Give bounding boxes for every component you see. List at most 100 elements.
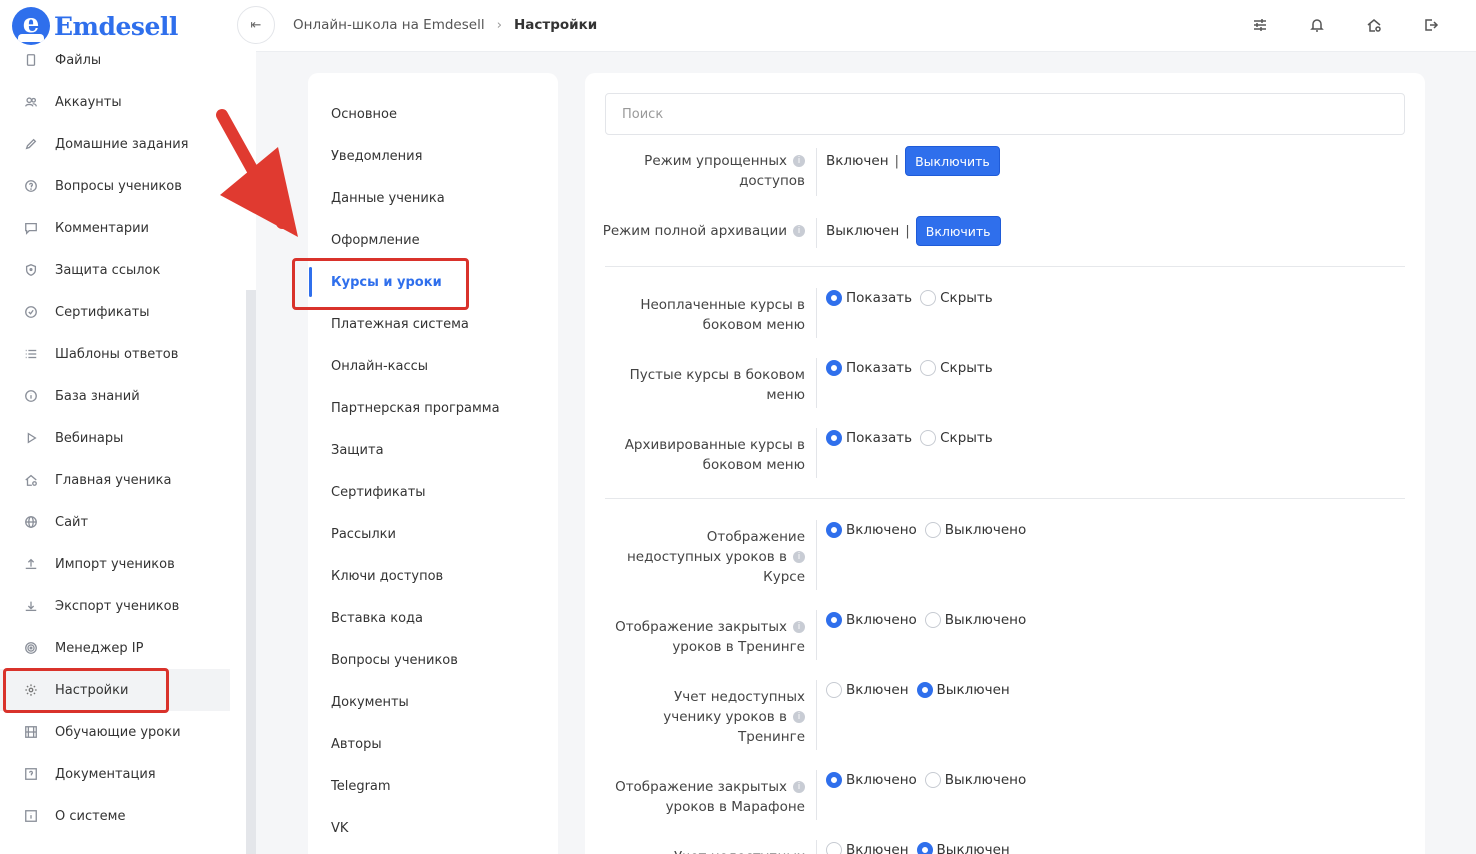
settings-menu-item[interactable]: Защита [308, 429, 558, 471]
settings-menu-item[interactable]: Партнерская программа [308, 387, 558, 429]
sidebar-item[interactable]: Обучающие уроки [0, 711, 256, 753]
sidebar-item-label: Вебинары [55, 430, 124, 446]
breadcrumb-school[interactable]: Онлайн-школа на Emdesell [293, 17, 485, 33]
radio-button[interactable] [920, 360, 937, 376]
sidebar-item-label: Файлы [55, 52, 102, 68]
setting-row: Архивированные курсы в боковом меню Показа… [585, 428, 1425, 478]
settings-menu-item[interactable]: Telegram [308, 765, 558, 807]
settings-menu-item[interactable]: Авторы [308, 723, 558, 765]
radio-button[interactable] [920, 430, 937, 446]
radio-option[interactable]: Показать [826, 430, 912, 446]
radio-button[interactable] [924, 612, 941, 628]
sidebar-item[interactable]: Шаблоны ответов [0, 333, 256, 375]
settings-menu-item[interactable]: Вопросы учеников [308, 639, 558, 681]
info-icon[interactable]: i [793, 551, 805, 563]
radio-option[interactable]: Включено [826, 612, 917, 628]
sidebar-item[interactable]: Импорт учеников [0, 543, 256, 585]
home-settings-icon[interactable] [1365, 16, 1383, 34]
sidebar-item[interactable]: Документация [0, 753, 256, 795]
sidebar-item[interactable]: Настройки [0, 669, 230, 711]
radio-button[interactable] [924, 522, 941, 538]
radio-button[interactable] [916, 682, 933, 698]
radio-button[interactable] [920, 290, 937, 306]
radio-option[interactable]: Выключен [916, 842, 1010, 854]
bell-icon[interactable] [1308, 16, 1326, 34]
settings-search-input[interactable] [605, 93, 1405, 135]
sidebar-item[interactable]: Вопросы учеников [0, 165, 256, 207]
settings-menu-item[interactable]: Сертификаты [308, 471, 558, 513]
radio-option[interactable]: Выключено [924, 772, 1026, 788]
settings-menu-item[interactable]: Онлайн-кассы [308, 345, 558, 387]
radio-option[interactable]: Выключено [924, 612, 1026, 628]
setting-label-line: уроков в Марафоне [665, 799, 805, 815]
radio-button[interactable] [826, 772, 842, 788]
radio-option[interactable]: Выключен [916, 682, 1010, 698]
radio-button[interactable] [916, 842, 933, 854]
radio-option[interactable]: Показать [826, 360, 912, 376]
radio-group: Показать Скрыть [826, 360, 1001, 376]
radio-button[interactable] [826, 522, 842, 538]
settings-menu-item[interactable]: Курсы и уроки [308, 261, 558, 303]
radio-group: Включен Выключен [826, 842, 1018, 854]
radio-option[interactable]: Скрыть [920, 360, 993, 376]
radio-button[interactable] [826, 842, 842, 854]
sidebar-item-label: Менеджер IP [55, 640, 144, 656]
radio-option[interactable]: Включен [826, 842, 909, 854]
sidebar-item[interactable]: Экспорт учеников [0, 585, 256, 627]
sidebar-item[interactable]: Сертификаты [0, 291, 256, 333]
settings-menu-item[interactable]: Уведомления [308, 135, 558, 177]
settings-menu-item[interactable]: Данные ученика [308, 177, 558, 219]
sidebar-item[interactable]: Защита ссылок [0, 249, 256, 291]
info-icon[interactable]: i [793, 225, 805, 237]
settings-menu-item[interactable]: Документы [308, 681, 558, 723]
settings-menu-item[interactable]: VK [308, 807, 558, 849]
settings-menu-item[interactable]: Рассылки [308, 513, 558, 555]
sidebar-item-label: Аккаунты [55, 94, 122, 110]
sidebar-item[interactable]: Комментарии [0, 207, 256, 249]
sidebar-item[interactable]: Файлы [0, 39, 256, 81]
radio-group: Показать Скрыть [826, 430, 1001, 446]
info-icon[interactable]: i [793, 621, 805, 633]
info-icon[interactable]: i [793, 155, 805, 167]
radio-option[interactable]: Включено [826, 772, 917, 788]
home-gear-icon [22, 471, 40, 489]
radio-button[interactable] [826, 360, 842, 376]
sidebar-item[interactable]: База знаний [0, 375, 256, 417]
sidebar-item[interactable]: Главная ученика [0, 459, 256, 501]
radio-option[interactable]: Скрыть [920, 290, 993, 306]
sidebar-item[interactable]: Домашние задания [0, 123, 256, 165]
info-icon[interactable]: i [793, 711, 805, 723]
toggle-button[interactable]: Выключить [905, 146, 1000, 176]
radio-option[interactable]: Выключено [924, 522, 1026, 538]
radio-button[interactable] [826, 430, 842, 446]
toggle-button[interactable]: Включить [915, 216, 1001, 246]
radio-button[interactable] [826, 612, 842, 628]
info-icon[interactable]: i [793, 781, 805, 793]
settings-menu-item[interactable]: Оформление [308, 219, 558, 261]
row-divider [816, 358, 817, 408]
sliders-icon[interactable] [1251, 16, 1269, 34]
sidebar-item[interactable]: О системе [0, 795, 256, 837]
collapse-sidebar-button[interactable]: ⇤ [237, 6, 275, 44]
radio-option[interactable]: Показать [826, 290, 912, 306]
question-circle-icon [22, 177, 40, 195]
radio-option[interactable]: Включен [826, 682, 909, 698]
radio-option[interactable]: Скрыть [920, 430, 993, 446]
sidebar-item[interactable]: Сайт [0, 501, 256, 543]
sidebar-item[interactable]: Аккаунты [0, 81, 256, 123]
settings-menu-item[interactable]: Платежная система [308, 303, 558, 345]
sidebar-scrollbar[interactable] [246, 290, 256, 854]
radio-button[interactable] [826, 290, 842, 306]
settings-menu-item[interactable]: Вставка кода [308, 597, 558, 639]
radio-option[interactable]: Включено [826, 522, 917, 538]
radio-button[interactable] [924, 772, 941, 788]
file-icon [22, 51, 40, 69]
settings-menu-item[interactable]: Основное [308, 93, 558, 135]
sidebar-item[interactable]: Менеджер IP [0, 627, 256, 669]
sidebar-item-label: Вопросы учеников [55, 178, 182, 194]
radio-button[interactable] [826, 682, 842, 698]
settings-menu-item[interactable]: Ключи доступов [308, 555, 558, 597]
logout-icon[interactable] [1422, 16, 1440, 34]
sidebar-item[interactable]: Вебинары [0, 417, 256, 459]
setting-row: Учет недоступных Включен Выключен [585, 840, 1425, 854]
